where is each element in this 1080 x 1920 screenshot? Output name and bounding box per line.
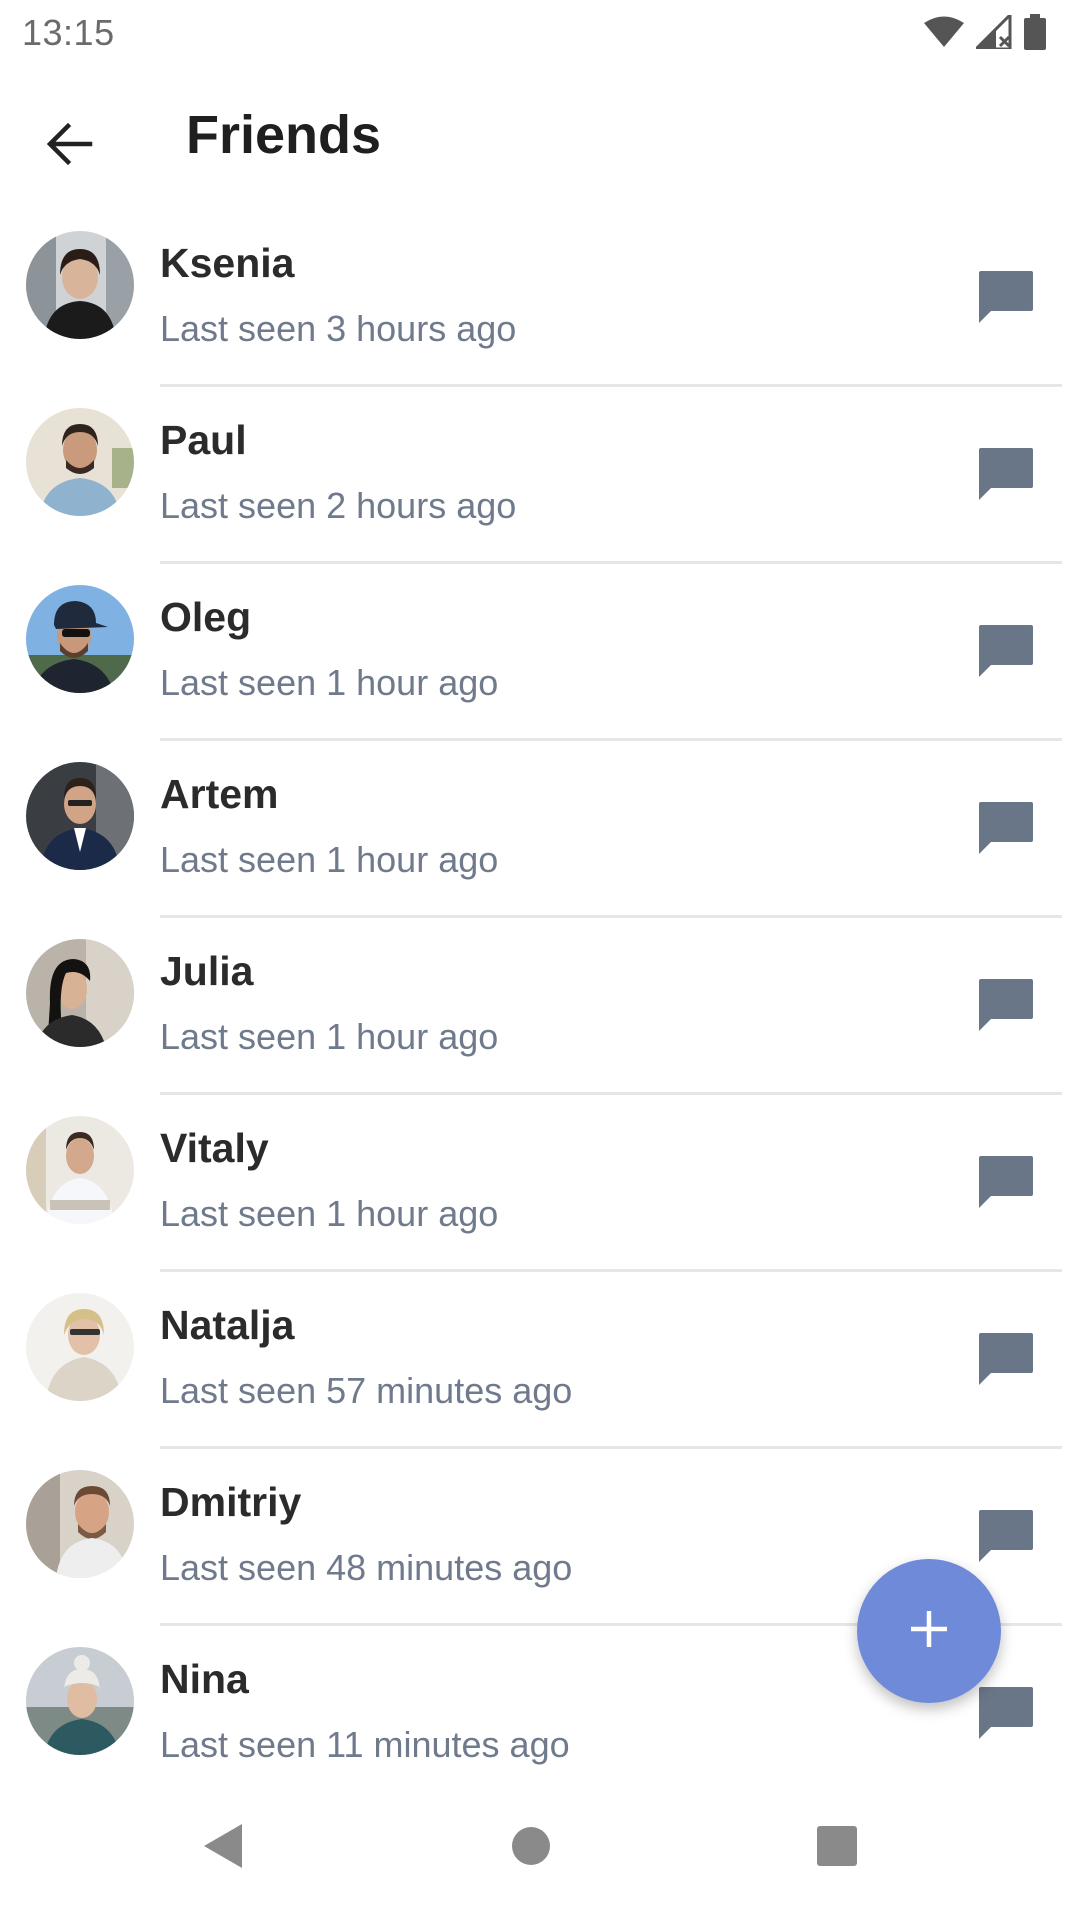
avatar <box>26 1116 134 1224</box>
avatar <box>26 1647 134 1755</box>
wifi-icon <box>924 16 964 53</box>
message-button[interactable] <box>966 260 1046 340</box>
app-bar: Friends <box>0 64 1080 210</box>
nav-recents-icon <box>817 1825 857 1871</box>
chat-icon <box>979 624 1033 684</box>
chat-icon <box>979 270 1033 330</box>
page-title: Friends <box>186 105 382 165</box>
avatar <box>26 939 134 1047</box>
friend-row[interactable]: Vitaly Last seen 1 hour ago <box>0 1095 1080 1272</box>
chat-icon <box>979 1332 1033 1392</box>
status-icons <box>924 11 1046 55</box>
friend-row[interactable]: Natalja Last seen 57 minutes ago <box>0 1272 1080 1449</box>
avatar <box>26 408 134 516</box>
avatar <box>26 231 134 339</box>
last-seen-text: Last seen 57 minutes ago <box>160 1370 573 1411</box>
avatar <box>26 762 134 870</box>
friend-name: Vitaly <box>160 1125 269 1171</box>
avatar <box>26 585 134 693</box>
chat-icon <box>979 801 1033 861</box>
message-button[interactable] <box>966 437 1046 517</box>
chat-icon <box>979 1155 1033 1215</box>
arrow-back-icon <box>46 122 94 171</box>
plus-icon <box>909 1609 949 1654</box>
message-button[interactable] <box>966 1322 1046 1402</box>
friend-name: Artem <box>160 771 279 817</box>
friend-row[interactable]: Julia Last seen 1 hour ago <box>0 918 1080 1095</box>
message-button[interactable] <box>966 1499 1046 1579</box>
friend-name: Dmitriy <box>160 1479 302 1525</box>
nav-home-button[interactable] <box>491 1808 571 1888</box>
friend-name: Nina <box>160 1656 249 1702</box>
last-seen-text: Last seen 11 minutes ago <box>160 1724 570 1765</box>
last-seen-text: Last seen 48 minutes ago <box>160 1547 573 1588</box>
chat-icon <box>979 978 1033 1038</box>
add-friend-button[interactable] <box>857 1559 1001 1703</box>
friend-row[interactable]: Artem Last seen 1 hour ago <box>0 741 1080 918</box>
friend-name: Ksenia <box>160 240 295 286</box>
status-bar: 13:15 <box>0 0 1080 64</box>
chat-icon <box>979 1686 1033 1746</box>
nav-recents-button[interactable] <box>797 1808 877 1888</box>
friends-list[interactable]: Ksenia Last seen 3 hours ago Paul Last s… <box>0 210 1080 1768</box>
friend-name: Paul <box>160 417 247 463</box>
avatar <box>26 1470 134 1578</box>
last-seen-text: Last seen 1 hour ago <box>160 839 499 880</box>
signal-icon <box>972 11 1012 54</box>
friend-row[interactable]: Paul Last seen 2 hours ago <box>0 387 1080 564</box>
friend-row[interactable]: Ksenia Last seen 3 hours ago <box>0 210 1080 387</box>
last-seen-text: Last seen 1 hour ago <box>160 662 499 703</box>
nav-back-icon <box>204 1823 244 1873</box>
last-seen-text: Last seen 1 hour ago <box>160 1016 499 1057</box>
back-button[interactable] <box>30 106 110 186</box>
message-button[interactable] <box>966 791 1046 871</box>
message-button[interactable] <box>966 614 1046 694</box>
last-seen-text: Last seen 3 hours ago <box>160 308 517 349</box>
message-button[interactable] <box>966 968 1046 1048</box>
message-button[interactable] <box>966 1145 1046 1225</box>
last-seen-text: Last seen 1 hour ago <box>160 1193 499 1234</box>
friend-name: Julia <box>160 948 254 994</box>
friend-name: Natalja <box>160 1302 295 1348</box>
friend-name: Oleg <box>160 594 252 640</box>
nav-back-button[interactable] <box>184 1808 264 1888</box>
status-time: 13:15 <box>22 12 115 53</box>
avatar <box>26 1293 134 1401</box>
chat-icon <box>979 1509 1033 1569</box>
chat-icon <box>979 447 1033 507</box>
friend-row[interactable]: Oleg Last seen 1 hour ago <box>0 564 1080 741</box>
system-navigation-bar <box>0 1768 1080 1920</box>
last-seen-text: Last seen 2 hours ago <box>160 485 517 526</box>
battery-icon <box>1024 14 1046 55</box>
message-button[interactable] <box>966 1676 1046 1756</box>
nav-home-icon <box>511 1826 551 1871</box>
